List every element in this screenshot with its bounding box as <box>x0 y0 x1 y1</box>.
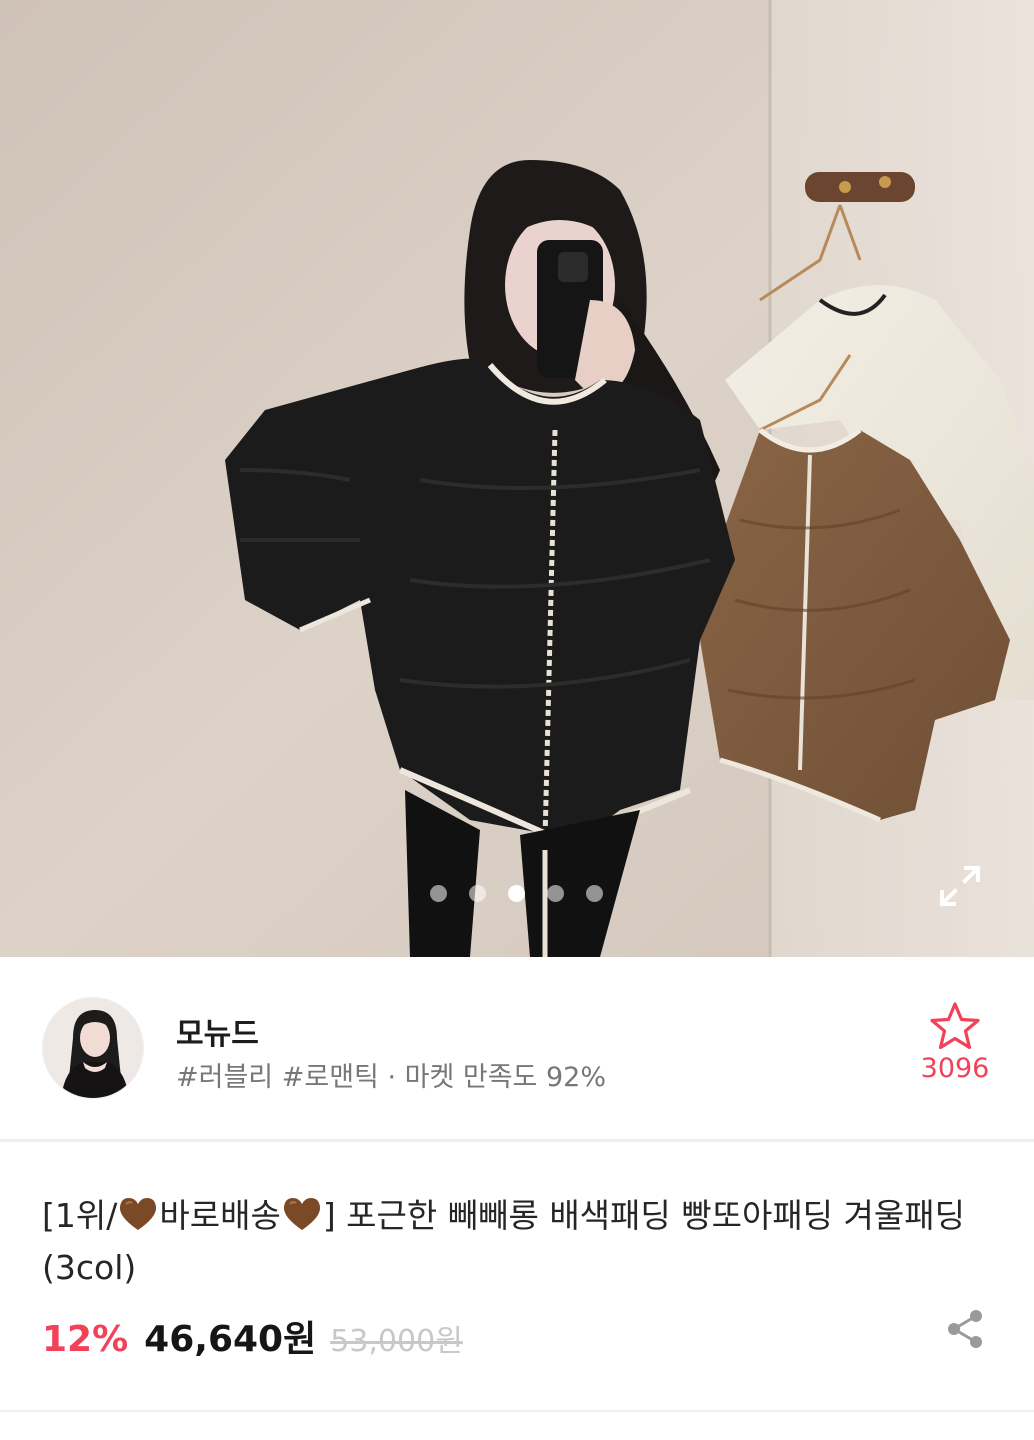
bottom-divider <box>0 1410 1034 1412</box>
title-part-delivery: 바로배송 <box>159 1196 281 1235</box>
product-image-gallery[interactable] <box>0 0 1034 957</box>
seller-info: 모뉴드 #러블리 #로맨틱 · 마켓 만족도 92% 3096 <box>0 957 1034 1139</box>
expand-button[interactable] <box>936 862 984 910</box>
discount-rate: 12% <box>42 1319 129 1360</box>
favorite-count: 3096 <box>920 1053 990 1084</box>
price-row: 12% 46,640원 53,000원 <box>42 1310 463 1360</box>
favorite-button[interactable]: 3096 <box>908 1001 1002 1101</box>
gallery-dot-active[interactable] <box>508 885 525 902</box>
seller-name[interactable]: 모뉴드 <box>176 1009 259 1053</box>
gallery-dot[interactable] <box>586 885 603 902</box>
brown-heart-icon <box>283 1198 320 1230</box>
star-outline-icon <box>930 1002 980 1050</box>
product-photo <box>0 0 1034 957</box>
gallery-dot[interactable] <box>547 885 564 902</box>
avatar[interactable] <box>42 997 144 1099</box>
sale-price: 46,640원 <box>144 1319 317 1360</box>
gallery-dot[interactable] <box>430 885 447 902</box>
seller-avatar-image <box>43 998 143 1098</box>
share-icon <box>948 1310 982 1348</box>
product-title: [1위/바로배송] 포근한 빼빼롱 배색패딩 빵또아패딩 겨울패딩 (3col) <box>42 1190 992 1294</box>
expand-icon <box>939 865 981 907</box>
share-button[interactable] <box>942 1306 988 1352</box>
gallery-dot[interactable] <box>469 885 486 902</box>
original-price: 53,000원 <box>330 1324 463 1359</box>
section-divider <box>0 1139 1034 1142</box>
seller-tags: #러블리 #로맨틱 · 마켓 만족도 92% <box>176 1062 606 1093</box>
gallery-pagination <box>430 885 603 902</box>
brown-heart-icon <box>120 1198 157 1230</box>
title-part-rank: [1위/ <box>42 1196 118 1235</box>
